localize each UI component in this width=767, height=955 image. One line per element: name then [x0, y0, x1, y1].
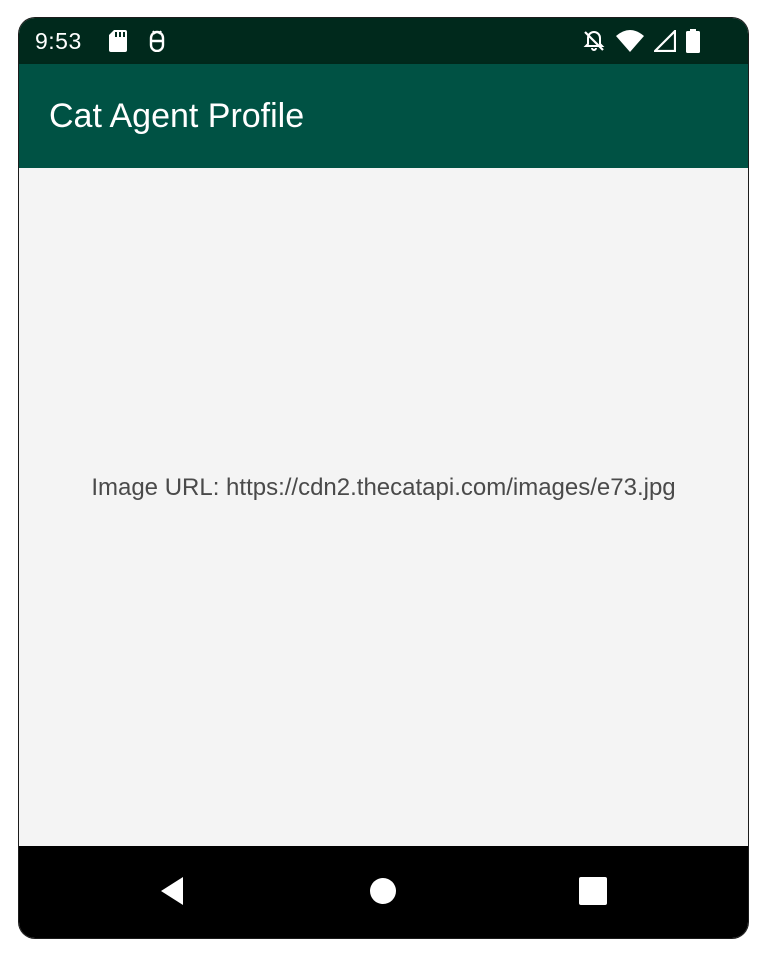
back-icon — [155, 877, 189, 912]
status-time: 9:53 — [35, 28, 82, 54]
app-bar: Cat Agent Profile — [19, 64, 748, 168]
recents-icon — [576, 877, 610, 912]
page-title: Cat Agent Profile — [49, 97, 305, 135]
navigation-bar — [19, 846, 748, 938]
status-bar: 9:53 — [19, 18, 748, 64]
android-debug-icon — [147, 30, 167, 57]
wifi-icon — [616, 30, 644, 57]
battery-icon — [686, 29, 700, 58]
notifications-off-icon — [582, 29, 606, 58]
sd-card-icon — [109, 30, 127, 57]
cell-signal-icon — [652, 28, 677, 57]
home-icon — [366, 878, 400, 912]
status-left-icons — [109, 30, 167, 57]
back-button[interactable] — [155, 874, 189, 908]
recents-button[interactable] — [576, 874, 610, 908]
image-url-text: Image URL: https://cdn2.thecatapi.com/im… — [91, 474, 676, 501]
home-button[interactable] — [366, 874, 400, 908]
phone-screen: 9:53 Cat Agent Profile Image URL: https:… — [19, 18, 748, 938]
status-right-icons — [582, 28, 700, 58]
main-content: Image URL: https://cdn2.thecatapi.com/im… — [19, 168, 748, 846]
